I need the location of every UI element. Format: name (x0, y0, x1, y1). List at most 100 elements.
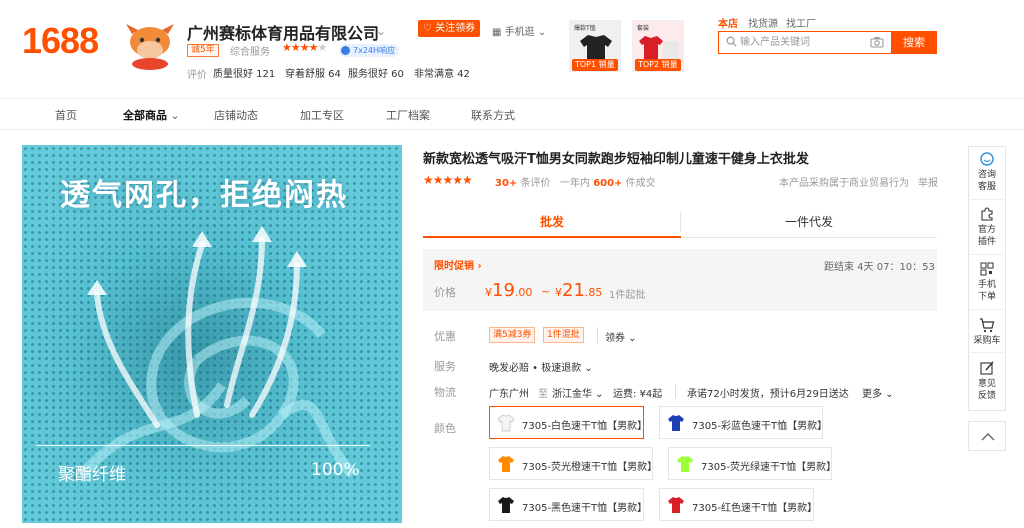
product-title: 新款宽松透气吸汗T恤男女同款跑步短袖印制儿童速干健身上衣批发 (423, 152, 809, 167)
nav-all-products[interactable]: 全部商品 ⌄ (123, 107, 180, 123)
get-coupon-link[interactable]: 领券 ⌄ (605, 329, 637, 344)
logistics-more[interactable]: 更多 ⌄ (862, 385, 894, 400)
nav-contact[interactable]: 联系方式 (471, 107, 515, 123)
variant-name: 7305-白色速干T恤【男款】 (522, 421, 648, 432)
tshirt-icon (498, 497, 514, 513)
search-tab-factory[interactable]: 找工厂 (786, 15, 816, 30)
tshirt-icon (668, 497, 684, 513)
trade-note: 本产品采购属于商业贸易行为 (779, 178, 909, 189)
sidebar-label: 意见 (977, 379, 996, 389)
tab-divider (680, 212, 681, 232)
sidebar-label: 下单 (977, 292, 996, 302)
report-link[interactable]: 举报 (918, 174, 938, 189)
variant-option[interactable]: 7305-黑色速干T恤【男款】 (489, 488, 647, 521)
price-dec: .85 (584, 286, 603, 299)
search-input[interactable] (740, 34, 865, 51)
tab-dropship[interactable]: 一件代发 (681, 206, 937, 238)
color-label: 颜色 (434, 422, 456, 435)
tshirt-shape (498, 456, 514, 472)
qr-icon: ▦ (492, 27, 505, 38)
tshirt-icon (668, 415, 684, 431)
review-label: 条评价 (520, 178, 551, 189)
variant-name: 7305-荧光绿速干T恤【男款】 (701, 462, 837, 473)
tshirt-icon (677, 456, 693, 472)
eval-label: 评价 (187, 70, 207, 81)
search-button[interactable]: 搜索 (891, 31, 937, 54)
qr-code-icon (980, 262, 994, 276)
sidebar-item-customer-service[interactable]: 咨询 客服 (968, 151, 1006, 193)
nav-shop-news[interactable]: 店铺动态 (214, 107, 258, 123)
promo-top1[interactable]: 爆款T恤 TOP1 销量 (569, 20, 621, 72)
chevron-down-icon[interactable]: ⌄ (376, 24, 386, 38)
variant-name: 7305-红色速干T恤【男款】 (692, 503, 818, 514)
sidebar-label: 咨询 (977, 170, 996, 180)
sales-info: 一年内 600+ 件成交 (560, 174, 656, 189)
ship-to-select[interactable]: 浙江金华 ⌄ (552, 385, 604, 400)
tshirt-shape (498, 497, 514, 513)
sidebar-label: 官方 (977, 225, 996, 235)
rating-stars-empty: ★ (317, 41, 327, 54)
tshirt-shape (668, 415, 684, 431)
image-material: 聚酯纤维 (58, 465, 126, 485)
sidebar-label: 插件 (977, 237, 996, 247)
variant-option[interactable]: 7305-彩蓝色速干T恤【男款】 (659, 406, 827, 439)
variant-option[interactable]: 7305-白色速干T恤【男款】 (489, 406, 648, 439)
rating-stars-full: ★★★★ (282, 41, 318, 54)
eval-tag: 非常满意 42 (414, 69, 470, 80)
tshirt-icon (498, 456, 514, 472)
nav-divider (0, 129, 1024, 130)
rating-stars: ★★★★★ (282, 41, 327, 54)
edit-icon (980, 361, 994, 375)
eval-tag: 服务很好 60 (348, 69, 404, 80)
shipping-fee: 运费: ¥4起 (613, 389, 663, 400)
sidebar-item-feedback[interactable]: 意见 反馈 (968, 360, 1006, 402)
site-logo[interactable]: 1688 (22, 20, 99, 62)
offer-divider (597, 327, 598, 343)
nav-factory-profile[interactable]: 工厂档案 (386, 107, 430, 123)
sidebar-item-plugin[interactable]: 官方 插件 (968, 206, 1006, 248)
tshirt-shape (497, 414, 515, 432)
sales-count: 600+ (593, 178, 623, 189)
search-tab-shop[interactable]: 本店 (718, 15, 738, 30)
cart-icon (980, 318, 995, 333)
search-tab-source[interactable]: 找货源 (748, 15, 778, 30)
tab-wholesale[interactable]: 批发 (423, 206, 681, 238)
back-to-top-button[interactable] (968, 421, 1006, 451)
price-max: ¥21.85 (555, 280, 602, 301)
flash-sale-label[interactable]: 限时促销 › (434, 257, 482, 272)
sidebar-divider (970, 309, 1004, 310)
promo-image-text: 爆款T恤 (574, 24, 596, 32)
service-text[interactable]: 晚发必赔 • 极速退款 ⌄ (489, 359, 593, 374)
service-label: 服务 (434, 360, 456, 373)
promo-image-text: 套装 (637, 24, 649, 32)
follow-shop-button[interactable]: ♡ 关注领券 (418, 20, 480, 37)
promo-top2[interactable]: 套装 TOP2 销量 (632, 20, 684, 72)
variant-option[interactable]: 7305-荧光绿速干T恤【男款】 (668, 447, 836, 480)
ship-from: 广东广州 (489, 389, 529, 400)
coupon-badge[interactable]: 满5减3券 (489, 327, 536, 343)
coupon-badge[interactable]: 1件混批 (543, 327, 584, 343)
image-percent: 100% (311, 460, 360, 480)
variant-option[interactable]: 7305-红色速干T恤【男款】 (659, 488, 818, 521)
promo-tag: TOP2 销量 (635, 59, 681, 71)
promo-tag: TOP1 销量 (572, 59, 618, 71)
nav-divider (0, 98, 1024, 99)
mobile-link[interactable]: ▦ 手机逛 ⌄ (492, 23, 546, 38)
delivery-promise: 承诺72小时发货，预计6月29日送达 (687, 389, 849, 400)
sidebar-divider (970, 352, 1004, 353)
product-stars: ★★★★★ (423, 173, 473, 187)
logistics-label: 物流 (434, 386, 456, 399)
variant-option[interactable]: 7305-荧光橙速干T恤【男款】 (489, 447, 657, 480)
puzzle-icon (981, 207, 993, 221)
price-int: 19 (492, 280, 515, 301)
min-order: 1件起批 (609, 290, 646, 301)
nav-all-label: 全部商品 (123, 109, 167, 122)
sidebar-item-mobile-order[interactable]: 手机 下单 (968, 261, 1006, 303)
variant-name: 7305-荧光橙速干T恤【男款】 (522, 462, 658, 473)
review-count[interactable]: 30+ 条评价 (495, 174, 550, 189)
sidebar-divider (970, 199, 1004, 200)
nav-home[interactable]: 首页 (55, 107, 77, 123)
camera-icon[interactable] (870, 36, 884, 48)
nav-processing[interactable]: 加工专区 (300, 107, 344, 123)
sidebar-item-cart[interactable]: 采购车 (968, 317, 1006, 347)
